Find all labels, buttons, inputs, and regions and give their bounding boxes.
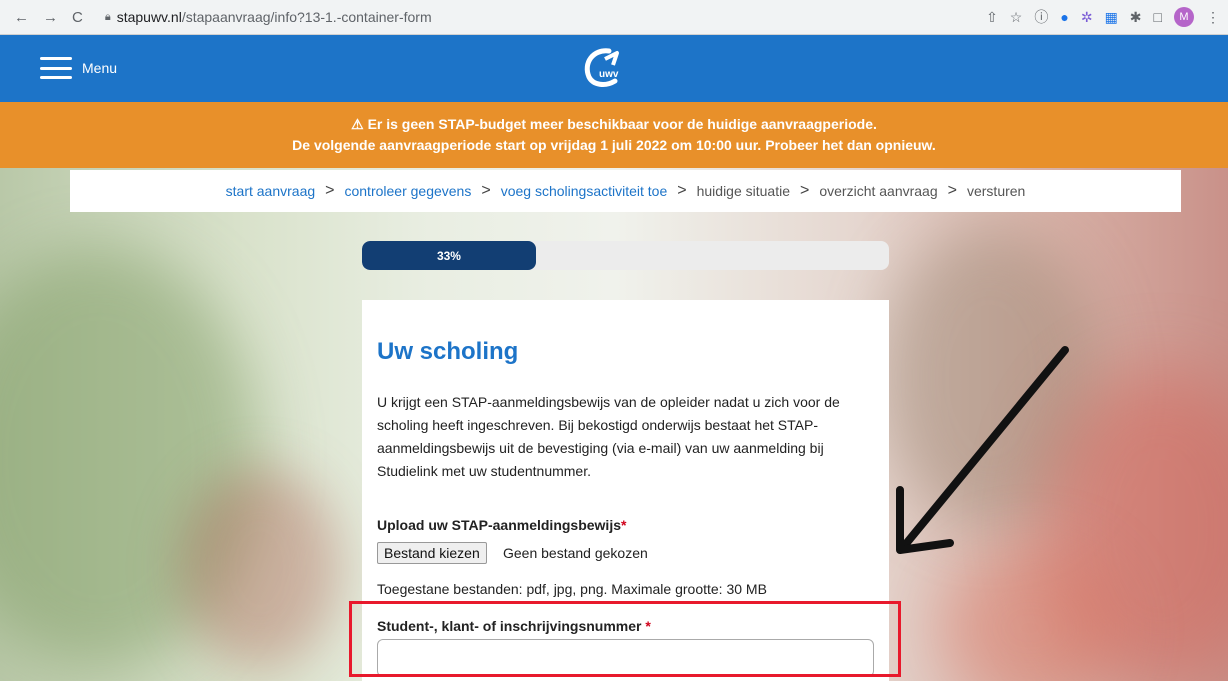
progress-fill: 33%: [362, 241, 536, 270]
lock-icon[interactable]: 🔒︎: [105, 11, 111, 24]
url-path: /stapaanvraag/info?13-1.-container-form: [181, 9, 432, 25]
info-extension-icon[interactable]: ⓘ: [1034, 7, 1048, 27]
step-voeg-scholingsactiviteit-toe[interactable]: voeg scholingsactiviteit toe: [501, 183, 668, 199]
site-header: Menu uwv: [0, 35, 1228, 102]
hamburger-icon: [40, 57, 72, 79]
forward-icon[interactable]: →: [43, 9, 58, 26]
address-bar[interactable]: stapuwv.nl/stapaanvraag/info?13-1.-conta…: [117, 9, 432, 25]
browser-toolbar: ← → C 🔒︎ stapuwv.nl/stapaanvraag/info?13…: [0, 0, 1228, 35]
chevron-right-icon: >: [947, 182, 957, 199]
progress-label: 33%: [436, 248, 461, 263]
profile-avatar[interactable]: M: [1174, 7, 1194, 27]
step-overzicht-aanvraag: overzicht aanvraag: [819, 183, 938, 199]
step-huidige-situatie: huidige situatie: [696, 183, 790, 199]
menu-button[interactable]: Menu: [40, 57, 117, 79]
step-versturen: versturen: [966, 183, 1026, 199]
puzzle-icon[interactable]: ✱: [1130, 9, 1142, 26]
reload-icon[interactable]: C: [72, 9, 83, 26]
upload-label: Upload uw STAP-aanmeldingsbewijs*: [377, 517, 626, 533]
sidepanel-icon[interactable]: □: [1154, 9, 1162, 25]
gear-extension-icon[interactable]: ✲: [1081, 9, 1093, 26]
allowed-files-hint: Toegestane bestanden: pdf, jpg, png. Max…: [377, 581, 767, 597]
file-status: Geen bestand gekozen: [503, 545, 648, 561]
step-start-aanvraag[interactable]: start aanvraag: [226, 183, 316, 199]
chevron-right-icon: >: [325, 182, 335, 199]
annotation-arrow-icon: [896, 346, 1069, 554]
required-marker: *: [621, 517, 627, 533]
logo-text: uwv: [599, 69, 619, 80]
chevron-right-icon: >: [800, 182, 810, 199]
step-controleer-gegevens[interactable]: controleer gegevens: [344, 183, 471, 199]
browser-nav: ← → C: [14, 9, 83, 26]
page-title: Uw scholing: [377, 338, 519, 365]
menu-label: Menu: [82, 60, 118, 76]
choose-file-button[interactable]: Bestand kiezen: [377, 542, 487, 564]
progress-steps: start aanvraag > controleer gegevens > v…: [70, 170, 1181, 212]
intro-text: U krijgt een STAP-aanmeldingsbewijs van …: [377, 394, 840, 479]
chevron-right-icon: >: [677, 182, 687, 199]
uwv-logo[interactable]: uwv: [579, 43, 627, 91]
upload-label-text: Upload uw STAP-aanmeldingsbewijs: [377, 517, 621, 533]
alert-line-1: Er is geen STAP-budget meer beschikbaar …: [367, 116, 877, 132]
budget-alert-banner: ⚠ Er is geen STAP-budget meer beschikbaa…: [0, 102, 1228, 168]
more-menu-icon[interactable]: ⋮: [1206, 9, 1220, 26]
extensions-bar: ⇧ ☆ ⓘ ● ✲ ▦ ✱ □ M ⋮: [986, 7, 1220, 27]
url-host: stapuwv.nl: [116, 9, 182, 25]
warning-icon: ⚠: [351, 116, 364, 132]
play-extension-icon[interactable]: ●: [1060, 9, 1068, 25]
share-icon[interactable]: ⇧: [986, 9, 998, 26]
chart-extension-icon[interactable]: ▦: [1105, 9, 1118, 26]
bookmark-star-icon[interactable]: ☆: [1010, 9, 1023, 26]
highlight-box: [349, 601, 901, 677]
progress-bar: 33%: [362, 241, 889, 270]
chevron-right-icon: >: [481, 182, 491, 199]
back-icon[interactable]: ←: [14, 9, 29, 26]
alert-line-2: De volgende aanvraagperiode start op vri…: [292, 137, 936, 153]
